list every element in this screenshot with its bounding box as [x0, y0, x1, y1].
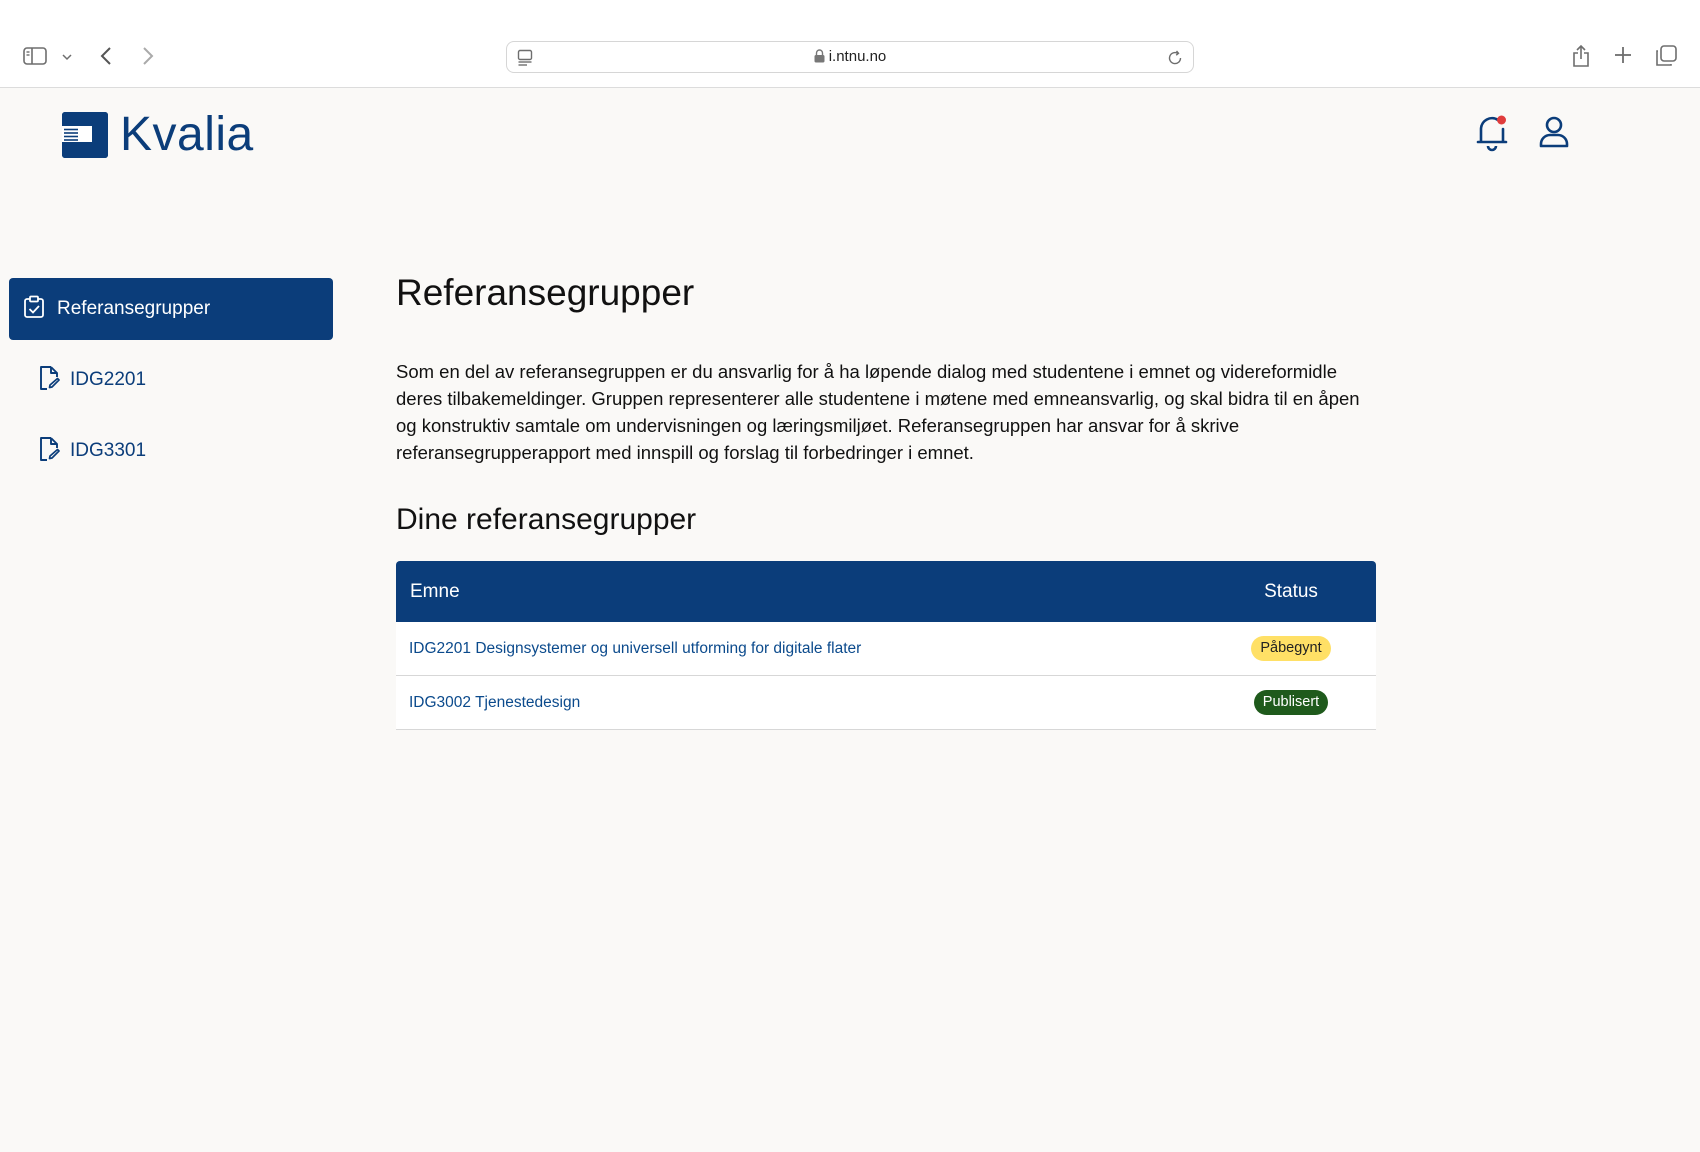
reference-groups-table: Emne Status IDG2201 Designsystemer og un… [396, 561, 1376, 730]
sidebar-item-referansegrupper[interactable]: Referansegrupper [9, 278, 333, 340]
address-bar[interactable]: i.ntnu.no [506, 41, 1194, 73]
lock-icon [814, 44, 825, 74]
clipboard-check-icon [23, 295, 45, 324]
bell-icon [1475, 112, 1509, 157]
url-text[interactable]: i.ntnu.no [507, 42, 1193, 72]
logo-icon [62, 112, 108, 158]
share-icon[interactable] [1570, 42, 1592, 70]
logo[interactable]: Kvalia [62, 108, 254, 162]
notifications-button[interactable] [1470, 112, 1514, 156]
section-title: Dine referansegrupper [396, 503, 697, 536]
table-row: IDG2201 Designsystemer og universell utf… [396, 622, 1376, 676]
course-link[interactable]: IDG3002 Tjenestedesign [396, 694, 1206, 712]
document-edit-icon [38, 436, 60, 467]
document-edit-icon [38, 365, 60, 396]
new-tab-icon[interactable] [1612, 44, 1634, 66]
table-header: Emne Status [396, 561, 1376, 622]
chevron-down-icon[interactable] [60, 50, 74, 64]
reload-icon[interactable] [1165, 48, 1185, 68]
sidebar-item-label: IDG2201 [70, 369, 147, 390]
browser-toolbar: i.ntnu.no [0, 0, 1700, 88]
course-link[interactable]: IDG2201 Designsystemer og universell utf… [396, 640, 1206, 658]
user-icon [1538, 115, 1570, 154]
sidebar-item-label: Referansegrupper [57, 298, 211, 319]
sidebar-toggle-icon[interactable] [22, 44, 48, 68]
table-row: IDG3002 Tjenestedesign Publisert [396, 676, 1376, 730]
sidebar-item-idg2201[interactable]: IDG2201 [38, 363, 146, 397]
forward-icon[interactable] [138, 44, 158, 68]
column-header-status: Status [1264, 580, 1318, 602]
status-badge: Publisert [1253, 690, 1329, 715]
logo-text: Kvalia [120, 108, 254, 161]
status-badge: Påbegynt [1251, 636, 1331, 661]
column-header-emne: Emne [410, 580, 460, 602]
profile-button[interactable] [1532, 112, 1576, 156]
sidebar-item-label: IDG3301 [70, 440, 147, 461]
intro-text: Som en del av referansegruppen er du ans… [396, 361, 1360, 463]
sidebar-item-idg3301[interactable]: IDG3301 [38, 434, 146, 468]
back-icon[interactable] [96, 44, 116, 68]
tab-overview-icon[interactable] [1654, 44, 1678, 68]
page-title: Referansegrupper [396, 272, 695, 313]
